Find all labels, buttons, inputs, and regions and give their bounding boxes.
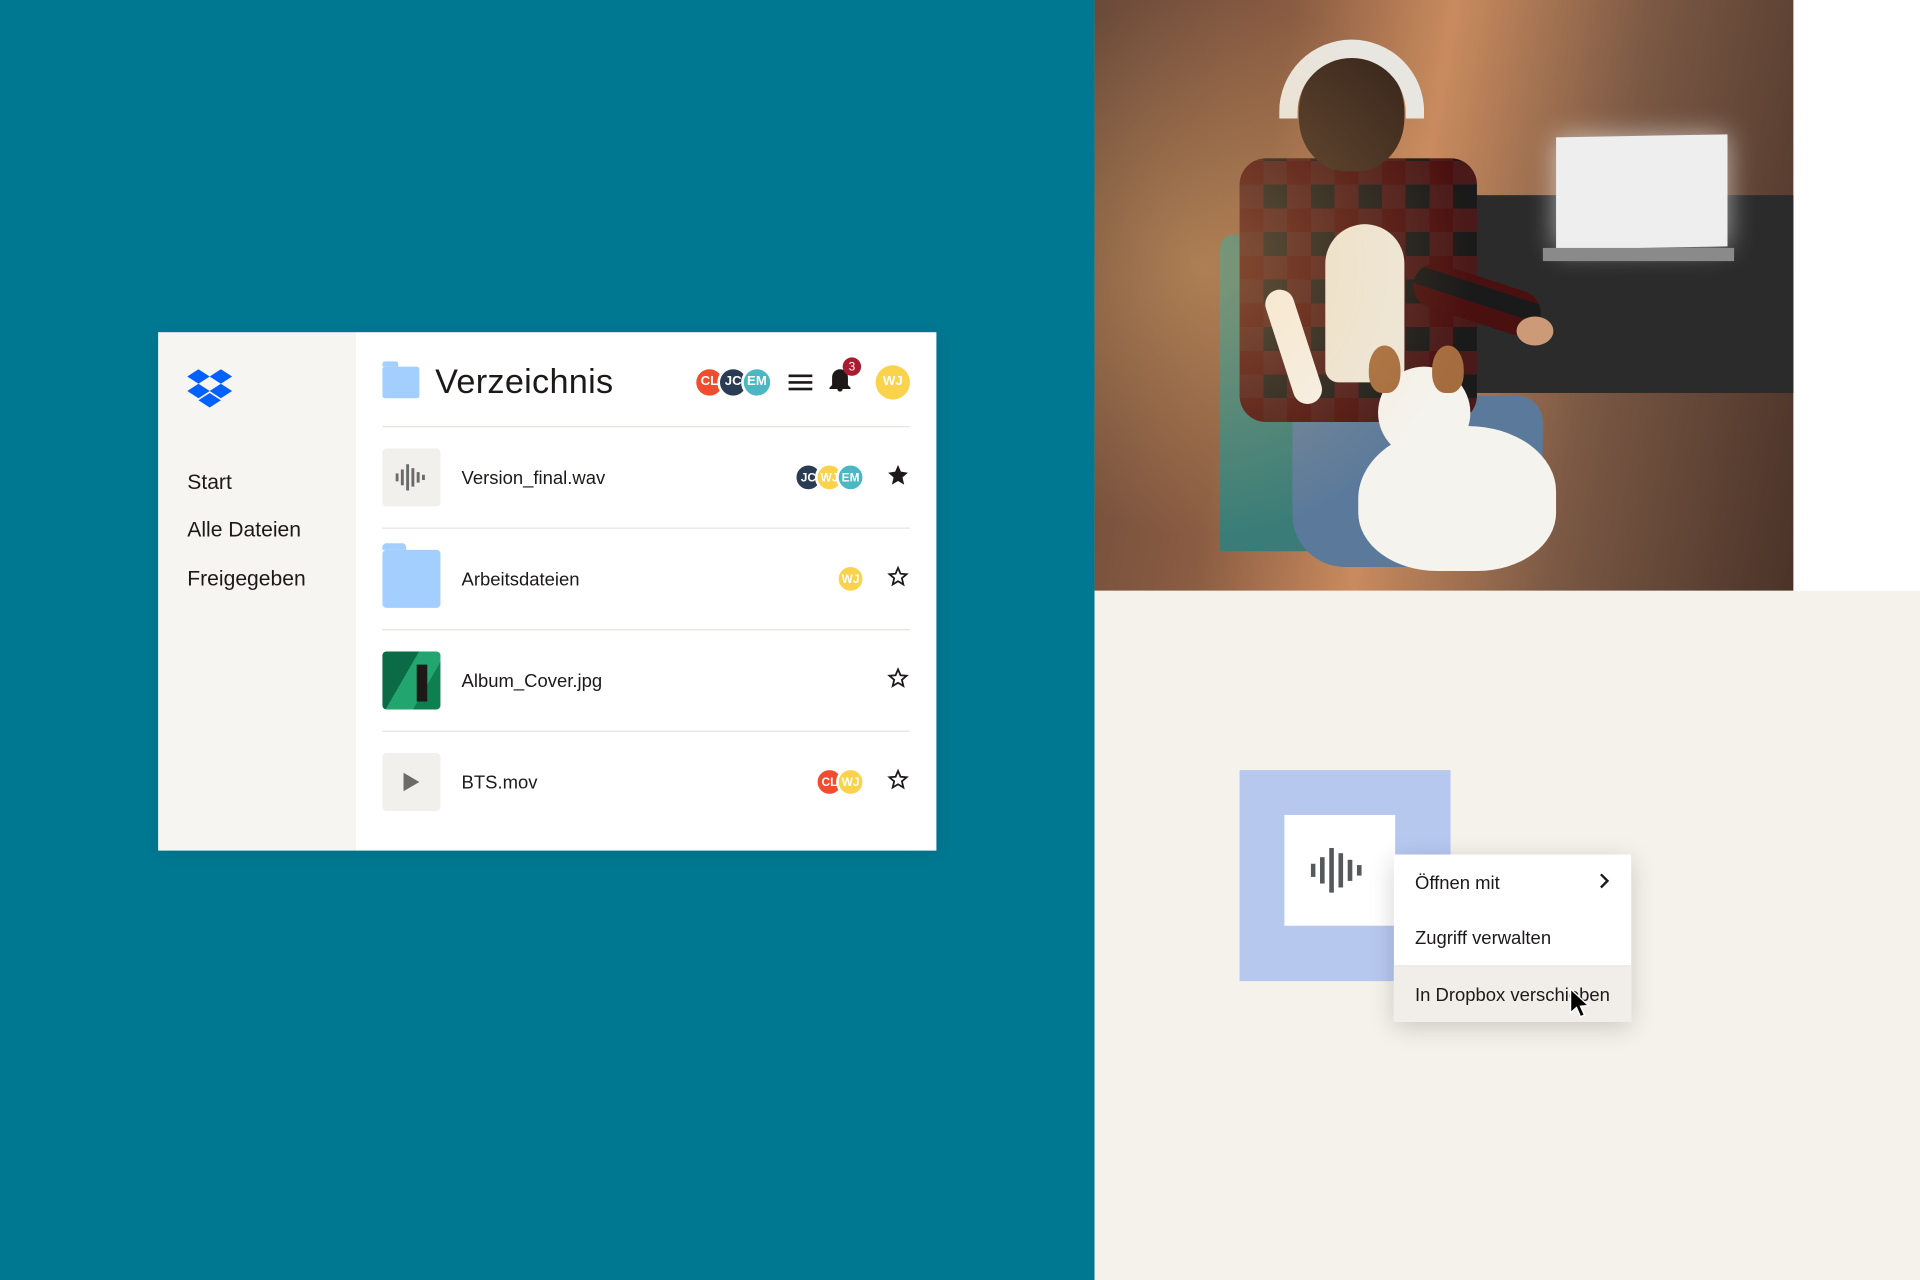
context-menu-item-move-to-dropbox[interactable]: In Dropbox verschieben (1394, 967, 1631, 1022)
star-outline-icon[interactable] (886, 564, 910, 594)
notification-badge: 3 (843, 357, 861, 375)
avatar[interactable]: EM (741, 366, 773, 398)
file-shared-avatars[interactable]: JC WJ EM (794, 463, 865, 492)
avatar[interactable]: WJ (836, 564, 865, 593)
sidebar: Start Alle Dateien Freigegeben (158, 332, 356, 850)
context-menu-item-open-with[interactable]: Öffnen mit (1394, 855, 1631, 910)
list-options-icon[interactable] (789, 374, 813, 390)
video-file-icon (382, 753, 440, 811)
pointer-cursor-icon (1569, 988, 1593, 1026)
file-name: BTS.mov (462, 771, 794, 792)
avatar[interactable]: EM (836, 463, 865, 492)
file-name: Album_Cover.jpg (462, 670, 844, 691)
file-name: Version_final.wav (462, 467, 773, 488)
file-row[interactable]: Arbeitsdateien WJ (382, 529, 909, 631)
notifications-icon[interactable]: 3 (828, 365, 852, 398)
profile-avatar[interactable]: WJ (876, 365, 910, 399)
dropbox-logo-icon (187, 369, 327, 415)
file-name: Arbeitsdateien (462, 568, 815, 589)
menu-label: Zugriff verwalten (1415, 927, 1551, 948)
context-menu-item-manage-access[interactable]: Zugriff verwalten (1394, 910, 1631, 965)
star-icon[interactable] (886, 462, 910, 492)
context-menu: Öffnen mit Zugriff verwalten In Dropbox … (1394, 855, 1631, 1022)
file-shared-avatars[interactable]: WJ (836, 564, 865, 593)
avatar[interactable]: WJ (836, 767, 865, 796)
audio-file-icon (1284, 815, 1395, 926)
sidebar-item-all-files[interactable]: Alle Dateien (187, 508, 327, 556)
audio-file-icon (382, 448, 440, 506)
file-row[interactable]: Album_Cover.jpg (382, 630, 909, 732)
star-outline-icon[interactable] (886, 665, 910, 695)
folder-icon (382, 366, 419, 398)
folder-header: Verzeichnis CL JC EM 3 WJ (382, 361, 909, 427)
folder-icon (382, 550, 440, 608)
file-row[interactable]: Version_final.wav JC WJ EM (382, 427, 909, 529)
folder-title: Verzeichnis (435, 361, 678, 402)
file-browser-window: Start Alle Dateien Freigegeben Verzeichn… (158, 332, 936, 850)
file-shared-avatars[interactable]: CL WJ (815, 767, 865, 796)
image-thumbnail (382, 651, 440, 709)
marketing-photo (1095, 0, 1794, 591)
sidebar-item-shared[interactable]: Freigegeben (187, 556, 327, 604)
sidebar-item-start[interactable]: Start (187, 460, 327, 508)
chevron-right-icon (1600, 872, 1611, 893)
main-panel: Verzeichnis CL JC EM 3 WJ (356, 332, 936, 850)
menu-label: Öffnen mit (1415, 872, 1500, 893)
header-shared-avatars[interactable]: CL JC EM (694, 366, 773, 398)
star-outline-icon[interactable] (886, 767, 910, 797)
file-row[interactable]: BTS.mov CL WJ (382, 732, 909, 832)
